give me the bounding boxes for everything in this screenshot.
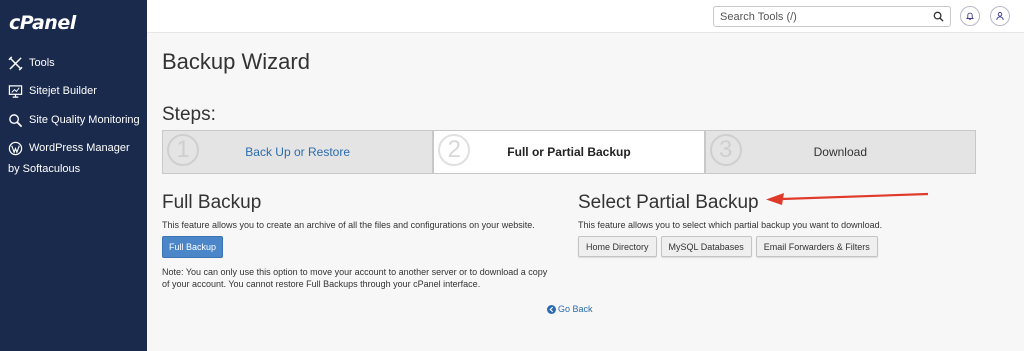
partial-backup-title: Select Partial Backup <box>578 192 759 213</box>
user-menu-button[interactable] <box>990 6 1010 26</box>
mysql-databases-button[interactable]: MySQL Databases <box>660 236 752 257</box>
sidebar: cPanel Tools Sitejet Builder Site Qualit… <box>0 0 147 351</box>
note-line: of your account. You cannot restore Full… <box>162 279 481 289</box>
user-icon <box>996 12 1004 21</box>
monitor-icon <box>8 85 23 98</box>
cpanel-logo[interactable]: cPanel <box>9 12 76 34</box>
sidebar-item-sublabel: by Softaculous <box>8 163 81 175</box>
step-back-up-or-restore[interactable]: 1 Back Up or Restore <box>162 130 434 174</box>
email-forwarders-filters-button[interactable]: Email Forwarders & Filters <box>755 236 878 257</box>
steps-progress: 1 Back Up or Restore 2 Full or Partial B… <box>162 130 976 174</box>
wordpress-icon <box>8 141 23 156</box>
go-back-label[interactable]: Go Back <box>558 304 593 314</box>
magnifier-icon <box>9 114 23 128</box>
step-number: 1 <box>167 134 199 166</box>
full-backup-note: Note: You can only use this option to mo… <box>162 266 562 290</box>
step-full-or-partial-backup: 2 Full or Partial Backup <box>433 130 705 174</box>
note-line: Note: You can only use this option to mo… <box>162 267 548 277</box>
partial-backup-buttons: Home Directory MySQL Databases Email For… <box>578 236 878 257</box>
topbar <box>147 0 1024 33</box>
step-label: Download <box>813 145 867 159</box>
step-download: 3 Download <box>704 130 976 174</box>
full-backup-button[interactable]: Full Backup <box>162 236 223 258</box>
home-directory-button[interactable]: Home Directory <box>578 236 657 257</box>
partial-backup-description: This feature allows you to select which … <box>578 220 883 230</box>
steps-heading: Steps: <box>162 104 216 125</box>
step-label[interactable]: Back Up or Restore <box>245 145 350 159</box>
search-box <box>713 6 951 27</box>
annotation-arrow <box>766 192 929 205</box>
step-number: 2 <box>438 134 471 166</box>
page-title: Backup Wizard <box>162 49 310 74</box>
sidebar-item-label: WordPress Manager <box>29 142 130 154</box>
sidebar-item-wordpress-manager[interactable]: WordPress Manager <box>8 139 130 158</box>
sidebar-item-label: Tools <box>29 57 55 69</box>
tools-icon <box>8 56 23 71</box>
sidebar-item-label: Site Quality Monitoring <box>29 114 140 126</box>
go-back-link[interactable]: Go Back <box>547 304 593 314</box>
notifications-button[interactable] <box>960 6 980 26</box>
search-icon[interactable] <box>933 11 944 22</box>
bell-icon <box>966 12 974 20</box>
back-arrow-icon <box>547 304 556 314</box>
full-backup-description: This feature allows you to create an arc… <box>162 220 535 230</box>
sidebar-item-label: Sitejet Builder <box>29 85 97 97</box>
sidebar-item-site-quality-monitoring[interactable]: Site Quality Monitoring <box>8 111 140 130</box>
sidebar-item-tools[interactable]: Tools <box>8 54 55 73</box>
search-input[interactable] <box>714 7 924 27</box>
step-label: Full or Partial Backup <box>507 145 631 159</box>
sidebar-item-sitejet-builder[interactable]: Sitejet Builder <box>8 82 97 101</box>
step-number: 3 <box>709 134 742 166</box>
full-backup-title: Full Backup <box>162 192 262 213</box>
